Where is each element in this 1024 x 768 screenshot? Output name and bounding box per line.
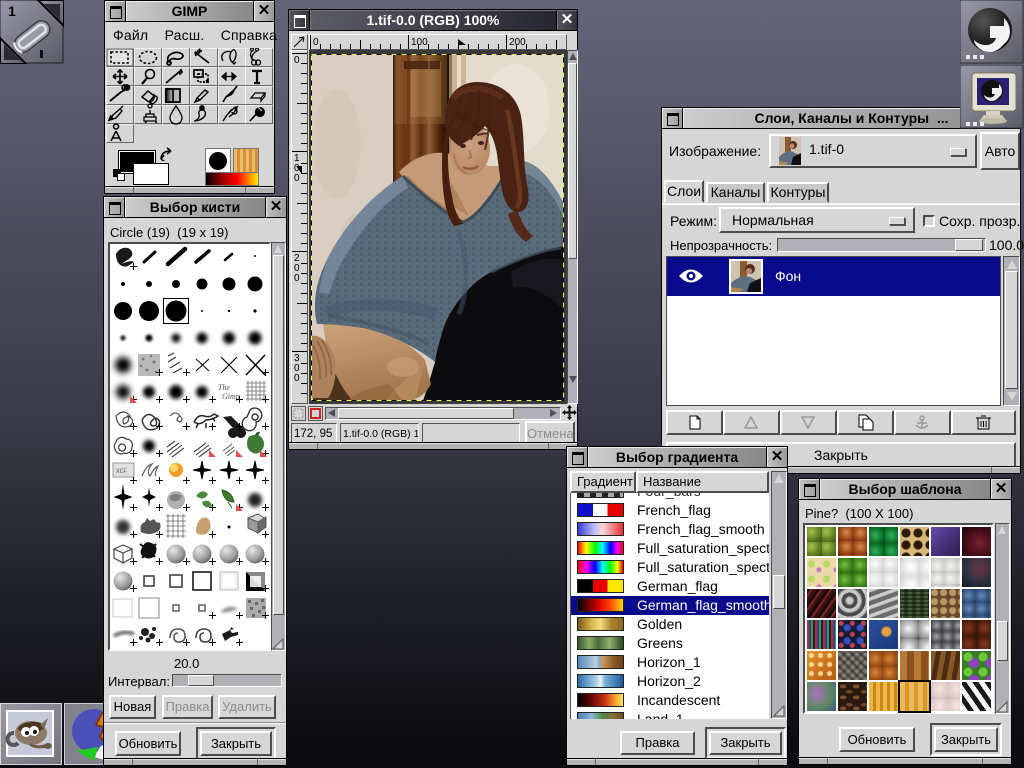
svg-text:0: 0 <box>313 37 319 48</box>
svg-text:The: The <box>218 383 230 392</box>
svg-text:100: 100 <box>411 37 428 48</box>
svg-text:0: 0 <box>294 373 300 384</box>
svg-text:1: 1 <box>8 3 16 19</box>
svg-text:0: 0 <box>294 55 300 66</box>
svg-text:0: 0 <box>294 273 300 284</box>
svg-text:0: 0 <box>294 173 300 184</box>
svg-text:XCF: XCF <box>116 468 127 475</box>
svg-text:200: 200 <box>509 37 526 48</box>
